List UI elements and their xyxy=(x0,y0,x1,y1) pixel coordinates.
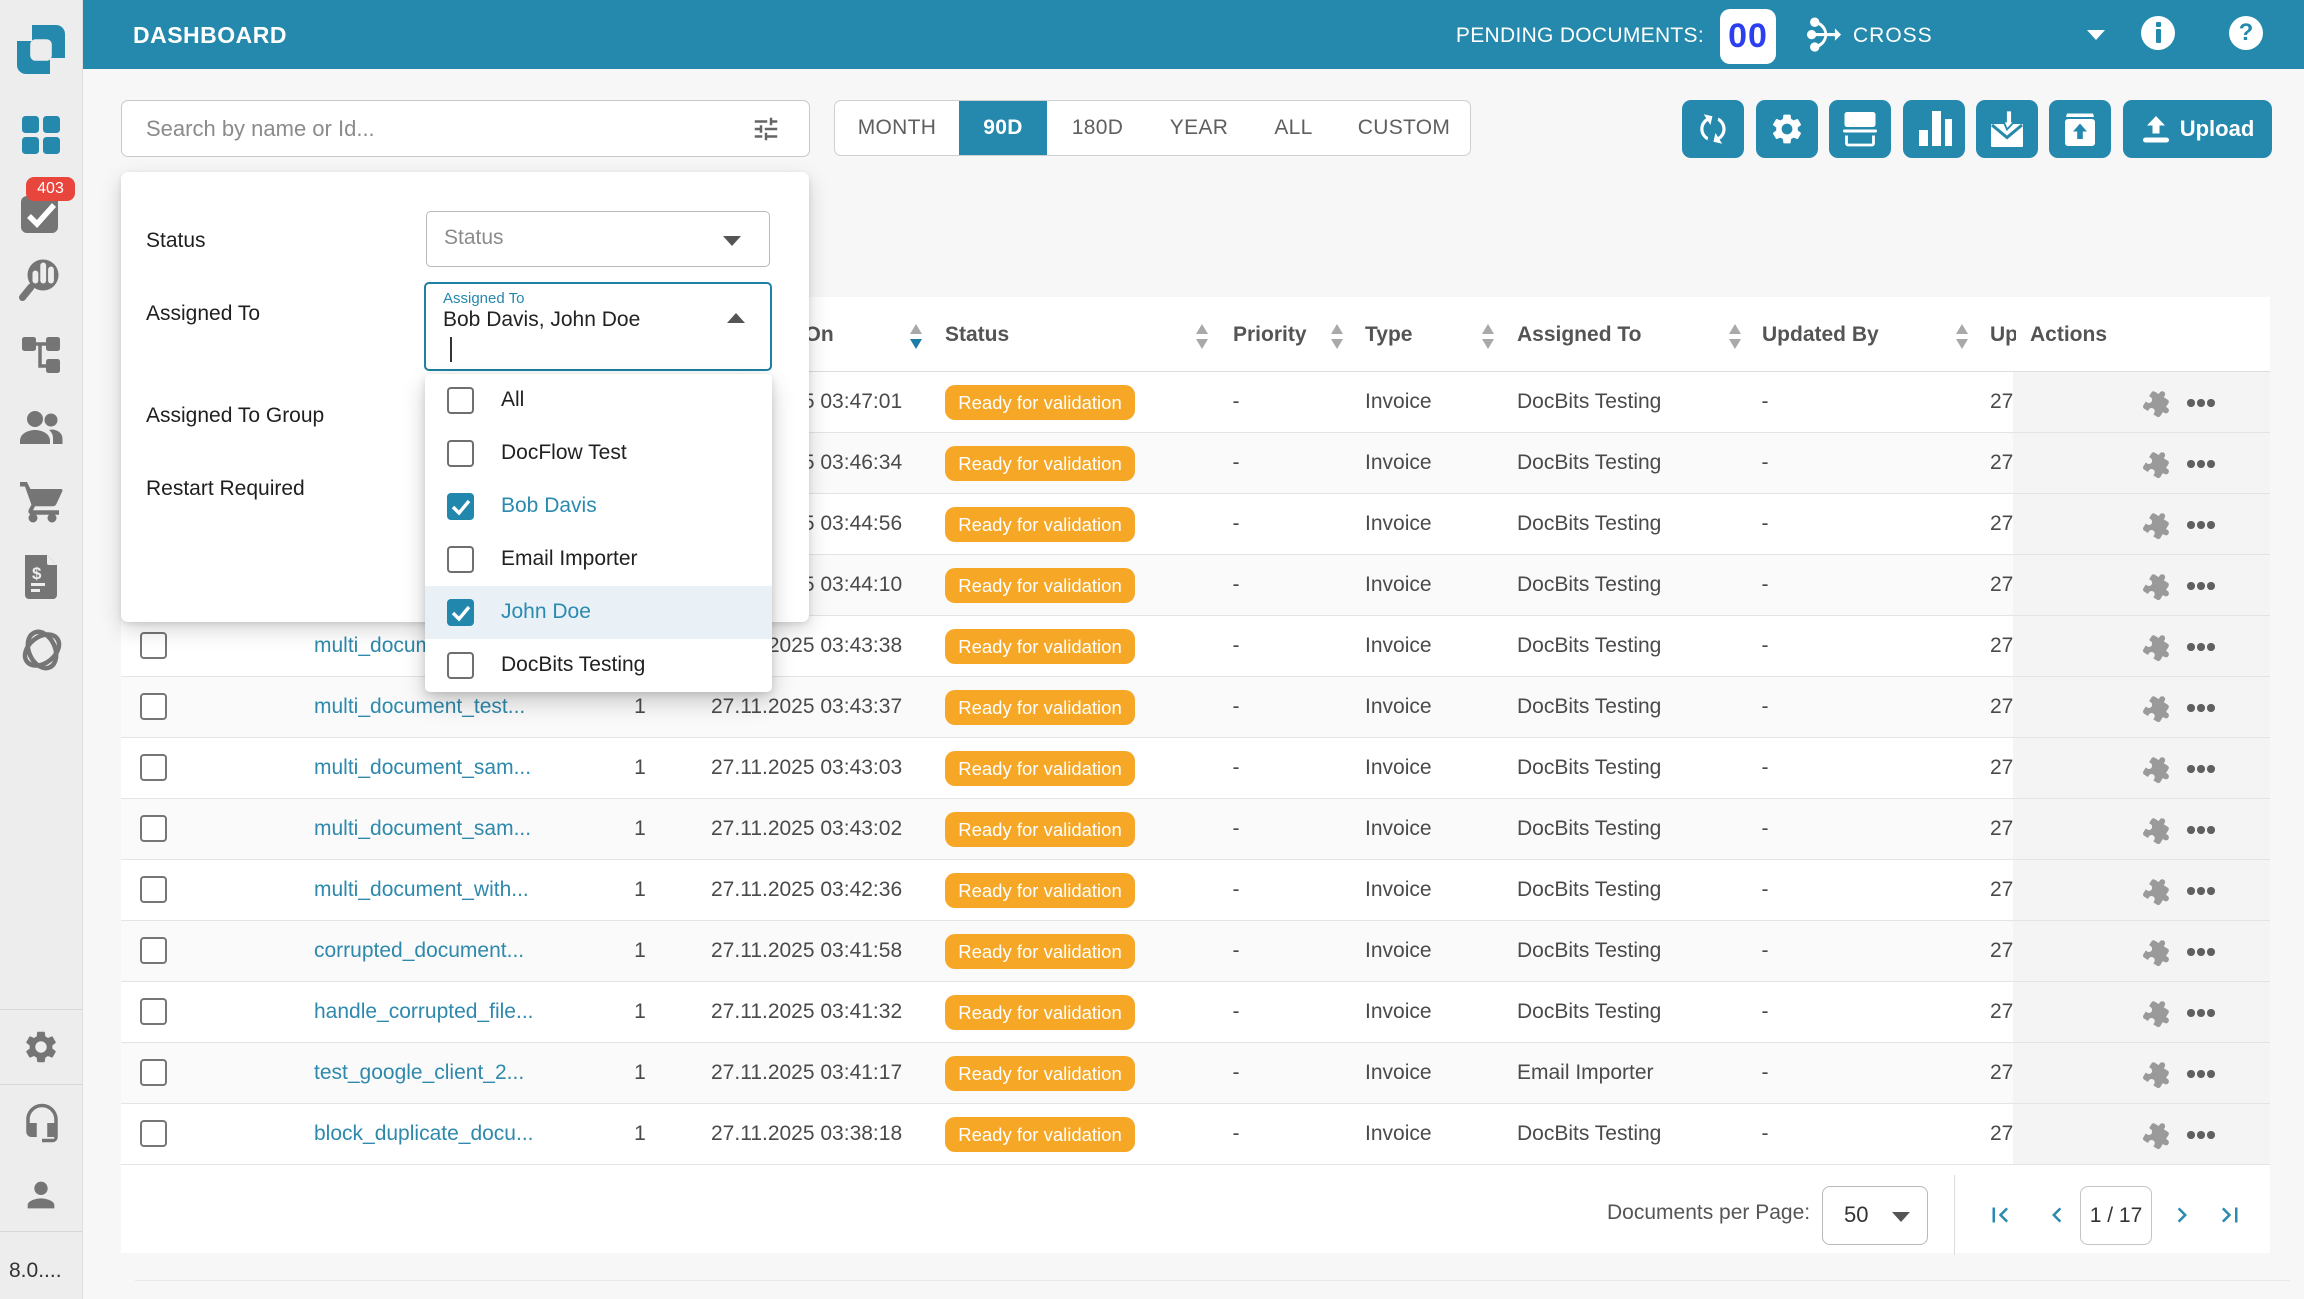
svg-text:$: $ xyxy=(32,564,42,583)
